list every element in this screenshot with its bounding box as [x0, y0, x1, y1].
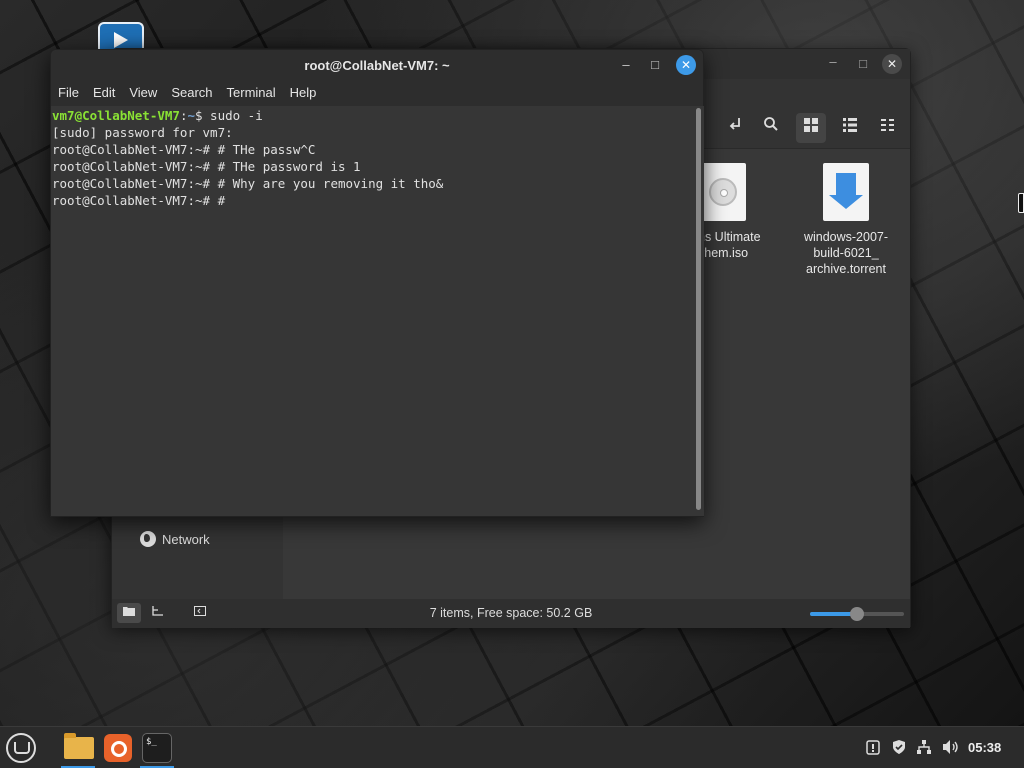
menu-mint-icon[interactable]: [6, 733, 36, 763]
files-icon: [64, 733, 94, 759]
mouse-cursor: [1018, 193, 1024, 213]
menu-edit[interactable]: Edit: [86, 82, 122, 106]
minimize-button[interactable]: –: [824, 53, 842, 71]
grid-view-icon[interactable]: [796, 113, 826, 143]
prompt-path: ~: [187, 108, 195, 123]
close-button[interactable]: ✕: [676, 55, 696, 75]
disc-image-icon: [700, 163, 746, 221]
torrent-download-icon: [823, 163, 869, 221]
terminal-scrollbar[interactable]: [693, 106, 704, 516]
status-text: 7 items, Free space: 50.2 GB: [429, 606, 593, 620]
taskbar-firefox-button[interactable]: [100, 731, 134, 765]
terminal-icon: $_: [142, 733, 172, 763]
taskbar-files-button[interactable]: [61, 731, 95, 768]
file-item-torrent[interactable]: windows-2007- build-6021_ archive.torren…: [791, 163, 901, 277]
shield-icon[interactable]: [891, 739, 907, 758]
menu-help[interactable]: Help: [283, 82, 324, 106]
terminal-window: root@CollabNet-VM7: ~ – □ ✕ File Edit Vi…: [50, 49, 704, 517]
file-manager-statusbar: 7 items, Free space: 50.2 GB: [112, 599, 910, 628]
command-text: $ sudo -i: [195, 108, 263, 123]
terminal-line: root@CollabNet-VM7:~# # THe passw^C: [52, 142, 316, 157]
menu-view[interactable]: View: [122, 82, 164, 106]
volume-icon[interactable]: [942, 739, 960, 758]
terminal-line: root@CollabNet-VM7:~# #: [52, 193, 226, 208]
maximize-button[interactable]: □: [646, 56, 664, 74]
terminal-line: root@CollabNet-VM7:~# # THe password is …: [52, 159, 361, 174]
zoom-slider-handle[interactable]: [850, 607, 864, 621]
clock[interactable]: 05:38: [968, 740, 1001, 755]
terminal-line: vm7@CollabNet-VM7:~$ sudo -i: [52, 107, 693, 124]
minimize-button[interactable]: –: [617, 56, 635, 74]
close-button[interactable]: ✕: [882, 54, 902, 74]
terminal-line: root@CollabNet-VM7:~# # Why are you remo…: [52, 176, 444, 191]
zoom-slider[interactable]: [810, 607, 904, 621]
sidebar-item-network[interactable]: Network: [140, 531, 210, 547]
sidebar-item-label: Network: [162, 531, 210, 547]
menu-terminal[interactable]: Terminal: [220, 82, 283, 106]
scrollbar-thumb[interactable]: [696, 108, 701, 510]
location-toggle-icon[interactable]: [720, 113, 750, 143]
search-icon[interactable]: [756, 113, 786, 143]
maximize-button[interactable]: □: [854, 55, 872, 73]
compact-view-icon[interactable]: [873, 113, 903, 143]
prompt-user: vm7@CollabNet-VM7: [52, 108, 180, 123]
network-icon[interactable]: [916, 739, 932, 758]
terminal-output[interactable]: vm7@CollabNet-VM7:~$ sudo -i [sudo] passw…: [51, 106, 693, 516]
terminal-menubar: File Edit View Search Terminal Help: [51, 82, 703, 106]
menu-file[interactable]: File: [51, 82, 86, 106]
taskbar-terminal-button[interactable]: $_: [140, 731, 174, 768]
notification-icon[interactable]: [866, 739, 880, 758]
terminal-titlebar[interactable]: root@CollabNet-VM7: ~ – □ ✕: [51, 50, 703, 82]
firefox-icon: [104, 734, 132, 762]
menu-search[interactable]: Search: [164, 82, 219, 106]
terminal-line: [sudo] password for vm7:: [52, 125, 233, 140]
taskbar: $_ 05:38: [0, 726, 1024, 768]
network-globe-icon: [140, 531, 156, 547]
file-name: windows-2007- build-6021_ archive.torren…: [803, 230, 889, 276]
list-view-icon[interactable]: [835, 113, 865, 143]
window-title: root@CollabNet-VM7: ~: [304, 58, 450, 73]
